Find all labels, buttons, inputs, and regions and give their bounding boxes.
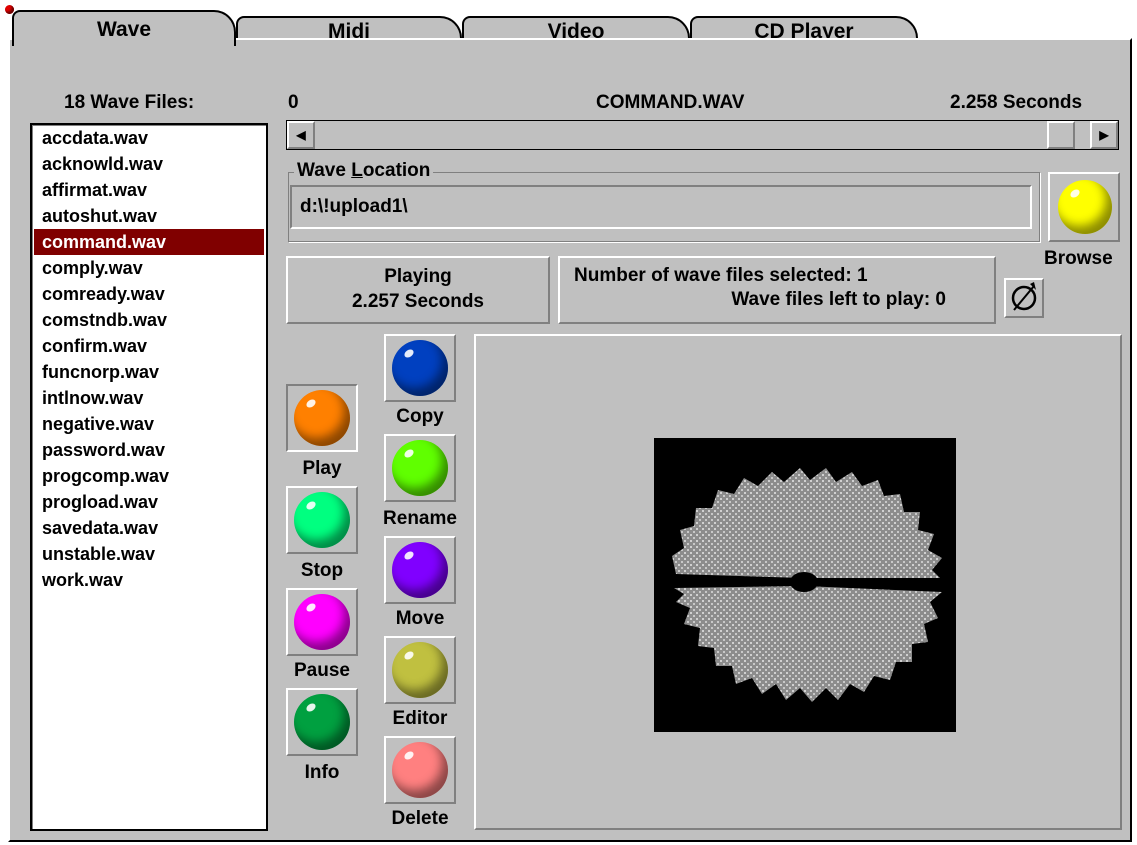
file-list-item[interactable]: affirmat.wav xyxy=(34,177,264,203)
file-count-label: 18 Wave Files: xyxy=(64,92,195,113)
delete-label: Delete xyxy=(391,808,449,829)
delete-button[interactable] xyxy=(384,736,456,804)
file-list-item[interactable]: comstndb.wav xyxy=(34,307,264,333)
pause-button[interactable] xyxy=(286,588,358,656)
file-list-item[interactable]: savedata.wav xyxy=(34,515,264,541)
file-list-item[interactable]: work.wav xyxy=(34,567,264,593)
move-button[interactable] xyxy=(384,536,456,604)
copy-button[interactable] xyxy=(384,334,456,402)
wave-location-field[interactable]: d:\!upload1\ xyxy=(290,185,1032,229)
file-list-item[interactable]: autoshut.wav xyxy=(34,203,264,229)
editor-ball-icon xyxy=(392,642,448,698)
wave-file-list[interactable]: accdata.wav acknowld.wav affirmat.wav autos… xyxy=(30,123,268,831)
play-button[interactable] xyxy=(286,384,358,452)
rename-ball-icon xyxy=(392,440,448,496)
file-list-item[interactable]: comply.wav xyxy=(34,255,264,281)
file-list-item[interactable]: command.wav xyxy=(34,229,264,255)
copy-ball-icon xyxy=(392,340,448,396)
info-label: Info xyxy=(304,762,340,783)
playing-status-line2: 2.257 Seconds xyxy=(351,291,485,312)
selection-info-line2: Wave files left to play: 0 xyxy=(731,289,946,310)
rename-label: Rename xyxy=(383,508,457,529)
pause-ball-icon xyxy=(294,594,350,650)
browse-button[interactable] xyxy=(1048,172,1120,242)
editor-button[interactable] xyxy=(384,636,456,704)
file-list-item[interactable]: progload.wav xyxy=(34,489,264,515)
info-button[interactable] xyxy=(286,688,358,756)
position-scrollbar[interactable]: ◀ ▶ xyxy=(286,120,1119,150)
scroll-left-arrow-icon[interactable]: ◀ xyxy=(287,121,315,149)
pause-label: Pause xyxy=(294,660,350,681)
stop-button[interactable] xyxy=(286,486,358,554)
rename-button[interactable] xyxy=(384,434,456,502)
loop-button[interactable] xyxy=(1004,278,1044,318)
file-list-item[interactable]: unstable.wav xyxy=(34,541,264,567)
active-tab-joiner xyxy=(14,38,234,42)
stop-ball-icon xyxy=(294,492,350,548)
delete-ball-icon xyxy=(392,742,448,798)
file-list-item[interactable]: confirm.wav xyxy=(34,333,264,359)
browse-ball-icon xyxy=(1058,180,1112,234)
file-list-item[interactable]: negative.wav xyxy=(34,411,264,437)
wave-location-label: Wave Location xyxy=(294,160,434,182)
current-filename: COMMAND.WAV xyxy=(596,92,745,113)
file-list-item[interactable]: acknowld.wav xyxy=(34,151,264,177)
browse-label: Browse xyxy=(1044,248,1113,269)
duration-label: 2.258 Seconds xyxy=(950,92,1083,113)
saw-blade-wave-icon xyxy=(672,468,942,702)
position-start-label: 0 xyxy=(288,92,299,113)
stop-label: Stop xyxy=(300,560,344,581)
waveform-canvas xyxy=(654,438,956,732)
playing-status-line1: Playing xyxy=(384,266,452,287)
file-list-item[interactable]: progcomp.wav xyxy=(34,463,264,489)
scroll-right-arrow-icon[interactable]: ▶ xyxy=(1090,121,1118,149)
copy-label: Copy xyxy=(396,406,444,427)
editor-label: Editor xyxy=(392,708,448,729)
file-list-item[interactable]: comready.wav xyxy=(34,281,264,307)
file-list-item[interactable]: intlnow.wav xyxy=(34,385,264,411)
play-ball-icon xyxy=(294,390,350,446)
file-list-item[interactable]: funcnorp.wav xyxy=(34,359,264,385)
scroll-thumb[interactable] xyxy=(1047,121,1076,149)
play-label: Play xyxy=(302,458,342,479)
selection-info-line1: Number of wave files selected: 1 xyxy=(574,265,868,286)
info-ball-icon xyxy=(294,694,350,750)
move-label: Move xyxy=(395,608,445,629)
loop-arrow-icon xyxy=(1011,282,1037,311)
file-list-item[interactable]: accdata.wav xyxy=(34,125,264,151)
move-ball-icon xyxy=(392,542,448,598)
file-list-item[interactable]: password.wav xyxy=(34,437,264,463)
